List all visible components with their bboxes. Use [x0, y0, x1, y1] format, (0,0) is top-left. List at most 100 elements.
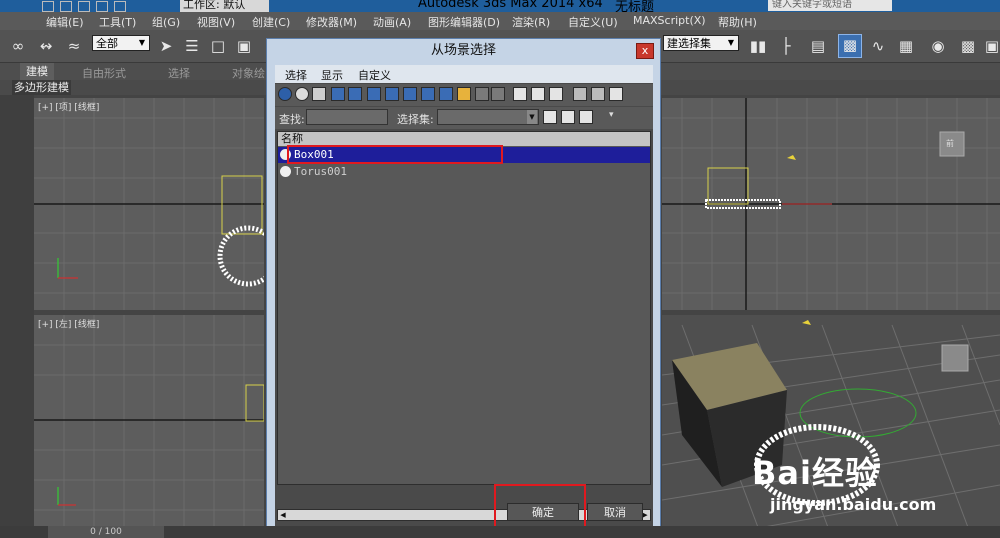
viewport-left[interactable]: [+] [左] [线框]	[34, 315, 264, 526]
edit-selection-set-icon[interactable]	[561, 110, 575, 124]
curve-editor-icon[interactable]: ∿	[868, 36, 888, 56]
layer-manager-icon[interactable]: ▤	[808, 36, 828, 56]
create-selection-set-icon[interactable]	[543, 110, 557, 124]
viewport-front[interactable]: 前	[662, 98, 1000, 310]
viewport-layout-strip	[0, 95, 34, 538]
select-by-name-icon[interactable]: ☰	[182, 36, 202, 56]
dialog-title: 从场景选择	[430, 43, 496, 58]
baidu-logo: Bai经验	[752, 454, 878, 492]
display-all-icon[interactable]	[491, 87, 505, 101]
display-geometry-icon[interactable]	[278, 87, 292, 101]
highlight-box-ok	[494, 484, 586, 530]
object-name: Torus001	[294, 165, 347, 178]
menu-edit[interactable]: 编辑(E)	[46, 14, 84, 30]
open-file-icon[interactable]	[60, 1, 72, 12]
link-icon[interactable]: ∞	[8, 36, 28, 56]
display-groups-icon[interactable]	[385, 87, 399, 101]
menu-group[interactable]: 组(G)	[152, 14, 180, 30]
menu-rendering[interactable]: 渲染(R)	[512, 14, 550, 30]
display-helpers-icon[interactable]	[348, 87, 362, 101]
redo-icon[interactable]	[114, 1, 126, 12]
material-editor-icon[interactable]: ◉	[928, 36, 948, 56]
search-input[interactable]: 键入关键字或短语	[768, 0, 892, 11]
align-icon[interactable]: ├	[776, 36, 796, 56]
quick-access-toolbar[interactable]	[40, 0, 170, 12]
menu-animation[interactable]: 动画(A)	[373, 14, 411, 30]
bind-space-warp-icon[interactable]: ≈	[64, 36, 84, 56]
baidu-watermark: Bai经验 jingyan.baidu.com	[752, 448, 972, 520]
find-input[interactable]	[306, 109, 388, 125]
undo-icon[interactable]	[96, 1, 108, 12]
workspace-selector[interactable]: 工作区: 默认	[180, 0, 269, 12]
selection-filter-dropdown[interactable]: 全部 ▼	[92, 35, 150, 51]
named-selection-sets-dropdown[interactable]: 建选择集 ▼	[663, 35, 739, 51]
viewport-top[interactable]: [+] [项] [线框]	[34, 98, 264, 310]
tab-freeform[interactable]: 自由形式	[82, 65, 126, 81]
dialog-menu-customize[interactable]: 自定义	[358, 67, 391, 83]
filter-icon[interactable]	[573, 87, 587, 101]
render-frame-icon[interactable]: ▣	[982, 36, 1000, 56]
menu-views[interactable]: 视图(V)	[197, 14, 235, 30]
select-invert-icon[interactable]	[549, 87, 563, 101]
list-item[interactable]: Torus001	[278, 164, 650, 180]
find-label: 查找:	[279, 113, 305, 126]
window-crossing-icon[interactable]: ▣	[234, 36, 254, 56]
menu-modifiers[interactable]: 修改器(M)	[306, 14, 357, 30]
menu-create[interactable]: 创建(C)	[252, 14, 290, 30]
new-file-icon[interactable]	[42, 1, 54, 12]
display-bones-icon[interactable]	[421, 87, 435, 101]
remove-selection-set-icon[interactable]	[579, 110, 593, 124]
viewport-front-grid	[662, 98, 1000, 310]
document-title: 无标题	[615, 0, 655, 12]
chevron-down-icon: ▼	[138, 38, 146, 47]
scene-explorer-icon[interactable]: ▩	[838, 34, 862, 58]
display-cameras-icon[interactable]	[331, 87, 345, 101]
app-title-bar: 工作区: 默认 Autodesk 3ds Max 2014 x64 无标题 键入…	[0, 0, 1000, 12]
select-all-icon[interactable]	[513, 87, 527, 101]
scene-object-list[interactable]: 名称 Box001 Torus001	[277, 131, 651, 485]
selection-set-label: 选择集:	[397, 113, 434, 126]
dialog-menu-bar: 选择 显示 自定义	[275, 65, 653, 83]
viewport-top-label[interactable]: [+] [项] [线框]	[38, 100, 99, 113]
render-setup-icon[interactable]: ▩	[958, 36, 978, 56]
tab-selection[interactable]: 选择	[168, 65, 190, 81]
filter-options-icon[interactable]	[591, 87, 605, 101]
dialog-menu-display[interactable]: 显示	[321, 67, 343, 83]
save-icon[interactable]	[78, 1, 90, 12]
collapse-arrow-icon[interactable]: ▾	[609, 110, 614, 120]
menu-graph-editors[interactable]: 图形编辑器(D)	[428, 14, 500, 30]
polygon-modeling-panel[interactable]: 多边形建模	[12, 80, 71, 95]
rectangular-selection-icon[interactable]: □	[208, 36, 228, 56]
highlight-box-object	[287, 145, 503, 164]
viewport-left-label[interactable]: [+] [左] [线框]	[38, 317, 99, 330]
display-shapes-icon[interactable]	[295, 87, 309, 101]
cancel-button[interactable]: 取消	[587, 503, 643, 521]
close-icon[interactable]: x	[636, 43, 654, 59]
selection-set-dropdown[interactable]: ▼	[437, 109, 539, 125]
viewcube-icon[interactable]: 前	[946, 138, 954, 149]
select-none-icon[interactable]	[531, 87, 545, 101]
tab-object-paint[interactable]: 对象绘	[232, 65, 265, 81]
display-xrefs-icon[interactable]	[403, 87, 417, 101]
schematic-view-icon[interactable]: ▦	[896, 36, 916, 56]
select-object-icon[interactable]: ➤	[156, 36, 176, 56]
display-containers-icon[interactable]	[439, 87, 453, 101]
name-column-header[interactable]: 名称	[278, 132, 650, 146]
geometry-icon	[280, 166, 291, 177]
menu-customize[interactable]: 自定义(U)	[568, 14, 618, 30]
display-space-warps-icon[interactable]	[367, 87, 381, 101]
sync-selection-icon[interactable]	[609, 87, 623, 101]
display-hidden-icon[interactable]	[475, 87, 489, 101]
menu-maxscript[interactable]: MAXScript(X)	[633, 14, 706, 27]
mirror-icon[interactable]: ▮▮	[748, 36, 768, 56]
unlink-icon[interactable]: ↭	[36, 36, 56, 56]
display-lights-icon[interactable]	[312, 87, 326, 101]
time-slider[interactable]: 0 / 100	[48, 526, 164, 538]
menu-help[interactable]: 帮助(H)	[718, 14, 757, 30]
display-frozen-icon[interactable]	[457, 87, 471, 101]
dialog-body: 选择 显示 自定义 查找: 选择集: ▼ ▾ 名称 Box001 Torus00…	[275, 65, 653, 535]
scroll-left-icon[interactable]: ◀	[278, 510, 288, 520]
dialog-menu-select[interactable]: 选择	[285, 67, 307, 83]
tab-modeling[interactable]: 建模	[20, 63, 54, 80]
menu-tools[interactable]: 工具(T)	[99, 14, 136, 30]
